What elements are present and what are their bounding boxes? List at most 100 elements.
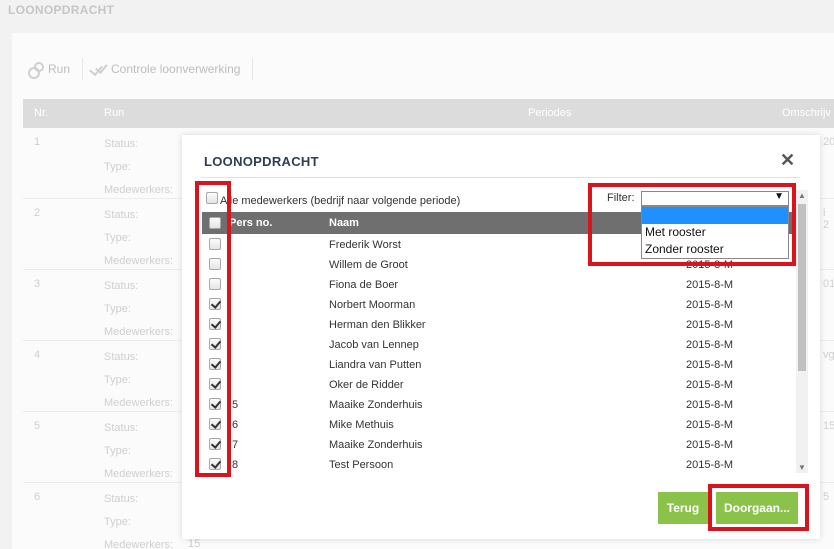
employee-checkbox[interactable]: [209, 258, 221, 270]
double-check-icon: [89, 61, 105, 77]
employee-checkbox[interactable]: [209, 298, 221, 310]
close-icon[interactable]: ✕: [780, 151, 795, 169]
employee-name: Frederik Worst: [329, 239, 401, 251]
employee-period: 2015-8-M: [686, 379, 734, 391]
medewerkers-label: Medewerkers:: [104, 184, 174, 196]
run-nr: 3: [34, 278, 41, 290]
continue-button[interactable]: Doorgaan...: [716, 492, 798, 524]
employee-name: Mike Methuis: [329, 419, 394, 431]
loonopdracht-dialog: LOONOPDRACHT ✕ Alle medewerkers (bedrijf…: [182, 135, 820, 539]
run-description: 5: [823, 491, 830, 503]
employee-name: Norbert Moorman: [329, 299, 416, 311]
run-nr: 1: [34, 136, 41, 148]
toolbar-divider: [252, 58, 254, 80]
medewerkers-label: Medewerkers:: [104, 326, 174, 338]
medewerkers-label: Medewerkers:: [104, 468, 174, 480]
employee-checkbox[interactable]: [209, 418, 221, 430]
col-naam: Naam: [329, 217, 359, 229]
scrollbar[interactable]: ▲ ▼: [796, 190, 808, 473]
run-label: Run: [48, 62, 71, 76]
type-label: Type:: [104, 516, 131, 528]
filter-option-met-rooster[interactable]: Met rooster: [642, 224, 788, 241]
filter-option-empty[interactable]: [642, 207, 788, 224]
run-nr: 6: [34, 491, 41, 503]
employee-pers-no: 8: [232, 459, 239, 470]
employee-name: Fiona de Boer: [329, 279, 399, 291]
employee-checkbox[interactable]: [209, 398, 221, 410]
employee-row[interactable]: 6 Mike Methuis 2015-8-M: [202, 414, 795, 434]
filter-option-zonder-rooster[interactable]: Zonder rooster: [642, 241, 788, 258]
scroll-up-icon[interactable]: ▲: [798, 191, 806, 200]
employee-checkbox[interactable]: [209, 438, 221, 450]
select-all-checkbox[interactable]: [209, 217, 221, 229]
run-nr: 5: [34, 420, 41, 432]
type-label: Type:: [104, 303, 131, 315]
employee-period: 2015-8-M: [686, 399, 734, 411]
run-button[interactable]: Run: [26, 61, 76, 79]
employee-checkbox[interactable]: [209, 238, 221, 250]
back-button[interactable]: Terug: [658, 492, 708, 524]
employee-row[interactable]: Jacob van Lennep 2015-8-M: [202, 334, 795, 354]
employee-name: Maaike Zonderhuis: [329, 399, 423, 411]
employee-period: 2015-8-M: [686, 319, 734, 331]
all-employees-label: Alle medewerkers (bedrijf naar volgende …: [220, 195, 461, 207]
employee-row[interactable]: Norbert Moorman 2015-8-M: [202, 294, 795, 314]
status-label: Status:: [104, 351, 139, 363]
employee-row[interactable]: Herman den Blikker 2015-8-M: [202, 314, 795, 334]
col-pers-no: Pers no.: [229, 217, 273, 229]
employees-table-body: Frederik Worst Willem de Groot 2015-8-M Fio…: [202, 234, 795, 470]
employee-row[interactable]: 5 Maaike Zonderhuis 2015-8-M: [202, 394, 795, 414]
employee-name: Willem de Groot: [329, 259, 408, 271]
all-employees-checkbox[interactable]: [206, 192, 218, 204]
employee-period: 2015-8-M: [686, 299, 734, 311]
type-label: Type:: [104, 161, 131, 173]
employee-row[interactable]: Fiona de Boer 2015-8-M: [202, 274, 795, 294]
employee-period: 2015-8-M: [686, 439, 734, 451]
type-label: Type:: [104, 374, 131, 386]
employee-name: Test Persoon: [329, 459, 394, 470]
employee-period: 2015-8-M: [686, 459, 734, 470]
payroll-check-label: Controle loonverwerking: [111, 62, 241, 76]
employee-period: 2015-8-M: [686, 279, 734, 291]
employee-name: Maaike Zonderhuis: [329, 439, 423, 451]
dropdown-arrow-icon: ▼: [774, 191, 784, 202]
dialog-title: LOONOPDRACHT: [204, 154, 319, 169]
employee-row[interactable]: Oker de Ridder 2015-8-M: [202, 374, 795, 394]
employee-checkbox[interactable]: [209, 338, 221, 350]
employee-pers-no: 5: [232, 399, 239, 411]
employee-checkbox[interactable]: [209, 278, 221, 290]
employee-row[interactable]: Liandra van Putten 2015-8-M: [202, 354, 795, 374]
type-label: Type:: [104, 232, 131, 244]
scroll-down-icon[interactable]: ▼: [798, 463, 806, 472]
payroll-check-button[interactable]: Controle loonverwerking: [89, 61, 246, 77]
status-label: Status:: [104, 209, 139, 221]
filter-select[interactable]: ▼: [641, 191, 789, 206]
filter-label: Filter:: [607, 192, 635, 204]
employee-period: 2015-8-M: [686, 359, 734, 371]
employee-period: 2015-8-M: [686, 339, 734, 351]
run-description: 15: [823, 420, 834, 432]
filter-dropdown-list: Met rooster Zonder rooster: [641, 206, 789, 259]
page-title: LOONOPDRACHT: [8, 3, 115, 17]
employee-name: Jacob van Lennep: [329, 339, 419, 351]
run-description: 20: [823, 136, 834, 148]
runs-table-header: Nr. Run Periodes Omschrijv: [23, 99, 834, 128]
employee-checkbox[interactable]: [209, 458, 221, 470]
col-omschrijving: Omschrijv: [782, 107, 831, 119]
gears-icon: [26, 61, 44, 79]
employee-period: 2015-8-M: [686, 419, 734, 431]
employee-checkbox[interactable]: [209, 318, 221, 330]
employee-pers-no: 7: [232, 439, 239, 451]
employee-row[interactable]: 7 Maaike Zonderhuis 2015-8-M: [202, 434, 795, 454]
scrollbar-thumb[interactable]: [798, 204, 806, 371]
employee-checkbox[interactable]: [209, 358, 221, 370]
medewerkers-label: Medewerkers:: [104, 539, 174, 549]
medewerkers-label: Medewerkers:: [104, 255, 174, 267]
status-label: Status:: [104, 493, 139, 505]
employee-checkbox[interactable]: [209, 378, 221, 390]
run-description: vg: [823, 349, 834, 361]
col-periodes: Periodes: [528, 107, 572, 119]
employee-row[interactable]: 8 Test Persoon 2015-8-M: [202, 454, 795, 470]
dialog-divider: [201, 177, 800, 178]
medewerkers-label: Medewerkers:: [104, 397, 174, 409]
